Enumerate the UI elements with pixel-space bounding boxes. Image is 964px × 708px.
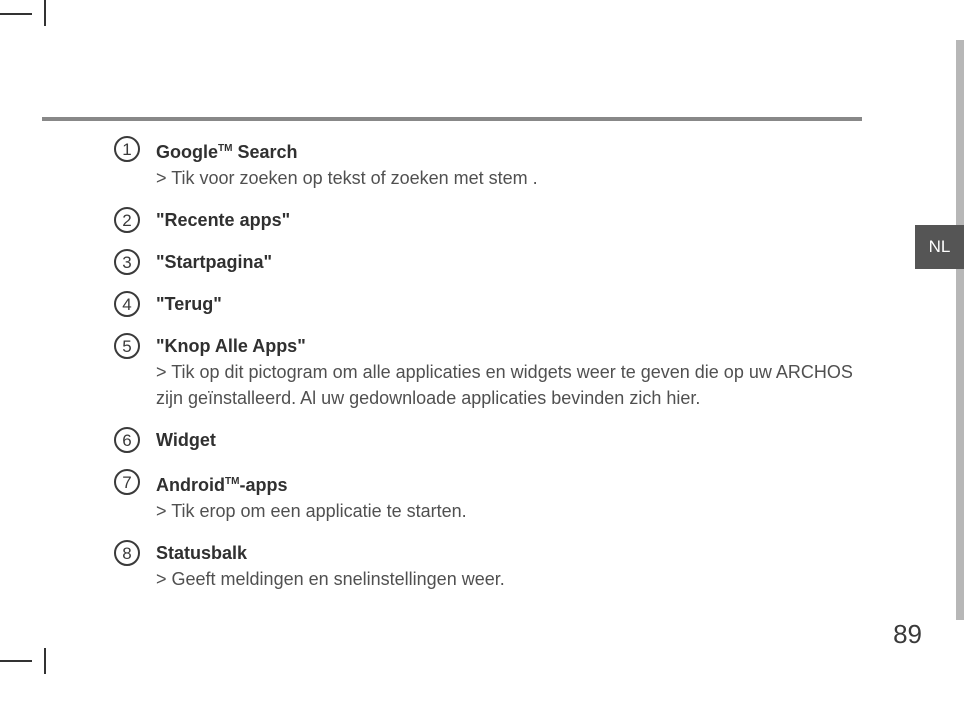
page-number: 89 bbox=[893, 619, 922, 650]
item-number: 7 bbox=[122, 474, 131, 491]
item-number: 1 bbox=[122, 141, 131, 158]
trademark-symbol: TM bbox=[225, 476, 239, 487]
item-number: 4 bbox=[122, 296, 131, 313]
item-number-circle: 3 bbox=[114, 249, 140, 275]
item-body: AndroidTM-apps > Tik erop om een applica… bbox=[156, 469, 860, 524]
item-body: "Knop Alle Apps" > Tik op dit pictogram … bbox=[156, 333, 860, 411]
item-number: 3 bbox=[122, 254, 131, 271]
trademark-symbol: TM bbox=[218, 143, 232, 154]
item-description: > Tik erop om een applicatie te starten. bbox=[156, 498, 860, 524]
title-text: "Startpagina" bbox=[156, 252, 272, 272]
item-title: Statusbalk bbox=[156, 540, 860, 566]
item-number: 2 bbox=[122, 212, 131, 229]
item-title: "Startpagina" bbox=[156, 249, 860, 275]
item-title: "Knop Alle Apps" bbox=[156, 333, 860, 359]
list-item: 3 "Startpagina" bbox=[114, 249, 860, 275]
item-title: "Recente apps" bbox=[156, 207, 860, 233]
item-description: > Tik op dit pictogram om alle applicati… bbox=[156, 359, 860, 411]
item-body: "Recente apps" bbox=[156, 207, 860, 233]
title-text: Google bbox=[156, 142, 218, 162]
list-item: 1 GoogleTM Search > Tik voor zoeken op t… bbox=[114, 136, 860, 191]
item-description: > Tik voor zoeken op tekst of zoeken met… bbox=[156, 165, 860, 191]
item-number-circle: 4 bbox=[114, 291, 140, 317]
title-text: -apps bbox=[239, 475, 287, 495]
crop-mark bbox=[44, 0, 46, 26]
list-item: 6 Widget bbox=[114, 427, 860, 453]
item-number-circle: 8 bbox=[114, 540, 140, 566]
language-tab: NL bbox=[915, 225, 964, 269]
title-text: Android bbox=[156, 475, 225, 495]
item-title: Widget bbox=[156, 427, 860, 453]
item-number-circle: 5 bbox=[114, 333, 140, 359]
item-number-circle: 7 bbox=[114, 469, 140, 495]
list-item: 8 Statusbalk > Geeft meldingen en snelin… bbox=[114, 540, 860, 592]
content-list: 1 GoogleTM Search > Tik voor zoeken op t… bbox=[114, 136, 860, 608]
item-number-circle: 6 bbox=[114, 427, 140, 453]
item-body: "Startpagina" bbox=[156, 249, 860, 275]
item-body: Statusbalk > Geeft meldingen en snelinst… bbox=[156, 540, 860, 592]
title-text: Search bbox=[232, 142, 297, 162]
item-number-circle: 1 bbox=[114, 136, 140, 162]
title-text: "Terug" bbox=[156, 294, 222, 314]
item-number: 8 bbox=[122, 545, 131, 562]
item-number: 6 bbox=[122, 432, 131, 449]
list-item: 2 "Recente apps" bbox=[114, 207, 860, 233]
crop-mark bbox=[0, 13, 32, 15]
title-text: "Recente apps" bbox=[156, 210, 290, 230]
item-number: 5 bbox=[122, 338, 131, 355]
item-body: "Terug" bbox=[156, 291, 860, 317]
item-title: AndroidTM-apps bbox=[156, 469, 860, 498]
item-body: GoogleTM Search > Tik voor zoeken op tek… bbox=[156, 136, 860, 191]
title-text: Widget bbox=[156, 430, 216, 450]
crop-mark bbox=[0, 660, 32, 662]
list-item: 5 "Knop Alle Apps" > Tik op dit pictogra… bbox=[114, 333, 860, 411]
language-tab-label: NL bbox=[929, 237, 951, 257]
list-item: 4 "Terug" bbox=[114, 291, 860, 317]
page-bleed-strip bbox=[956, 40, 964, 620]
item-number-circle: 2 bbox=[114, 207, 140, 233]
item-title: "Terug" bbox=[156, 291, 860, 317]
list-item: 7 AndroidTM-apps > Tik erop om een appli… bbox=[114, 469, 860, 524]
title-text: Statusbalk bbox=[156, 543, 247, 563]
item-description: > Geeft meldingen en snelinstellingen we… bbox=[156, 566, 860, 592]
header-rule bbox=[42, 117, 862, 121]
item-body: Widget bbox=[156, 427, 860, 453]
title-text: "Knop Alle Apps" bbox=[156, 336, 306, 356]
document-page: NL 1 GoogleTM Search > Tik voor zoeken o… bbox=[0, 0, 964, 708]
item-title: GoogleTM Search bbox=[156, 136, 860, 165]
crop-mark bbox=[44, 648, 46, 674]
